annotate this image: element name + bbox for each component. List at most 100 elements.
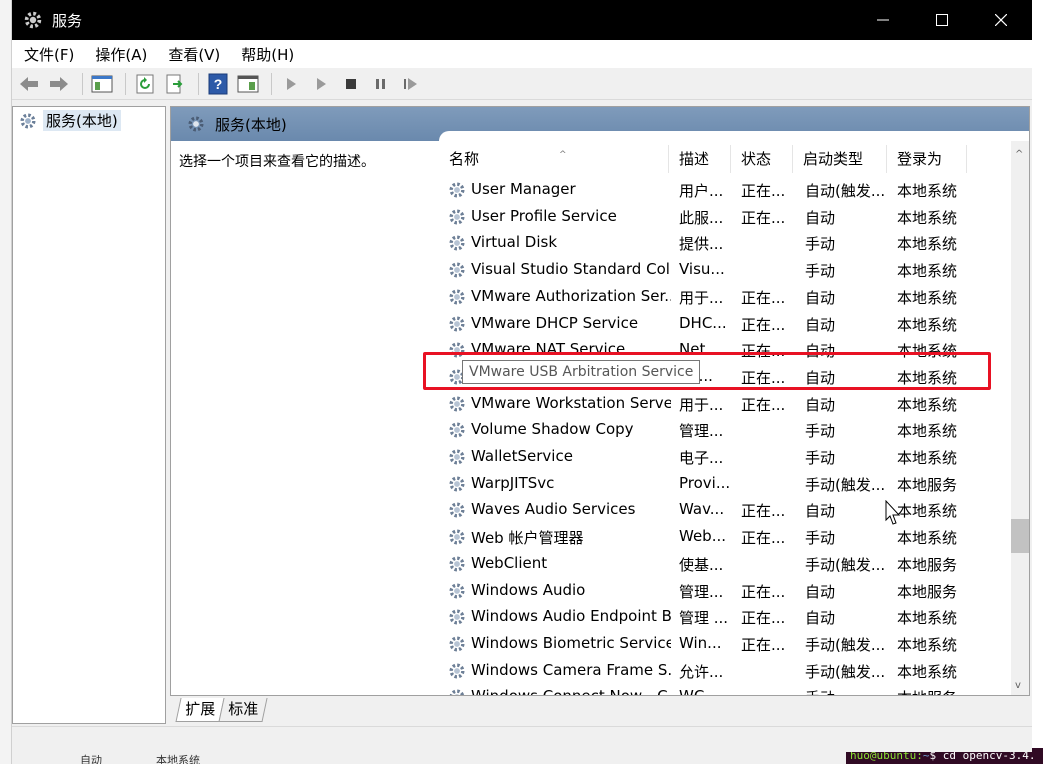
service-log-on-as: 本地系统 bbox=[897, 529, 958, 548]
service-log-on-as: 本地系统 bbox=[897, 449, 958, 467]
service-log-on-as: 本地系统 bbox=[897, 422, 958, 441]
service-name: WarpJITSvc bbox=[471, 473, 555, 492]
scroll-down-icon[interactable]: v bbox=[1015, 680, 1021, 691]
toolbar: ? bbox=[12, 68, 1032, 100]
service-name: User Profile Service bbox=[471, 206, 617, 225]
stop-service-icon bbox=[346, 78, 356, 89]
table-row[interactable]: Windows Audio Endpoint B... 管理 ... 正在... 自动… bbox=[439, 604, 1009, 630]
vertical-scrollbar[interactable]: ^ v bbox=[1011, 141, 1029, 695]
panel-title: 服务(本地) bbox=[215, 115, 287, 134]
service-log-on-as: 本地系统 bbox=[897, 288, 958, 307]
service-startup-type: 手动 bbox=[805, 449, 836, 467]
start-service-alt-icon bbox=[317, 77, 326, 90]
export-list-button[interactable] bbox=[162, 71, 188, 97]
service-gear-icon bbox=[449, 529, 465, 545]
table-row[interactable]: Windows Connect Now - C... WC... 手动本地服务 bbox=[439, 684, 1009, 695]
maximize-button[interactable] bbox=[913, 0, 971, 40]
table-row[interactable]: Windows Camera Frame S... 允许... 手动(触发... 本地… bbox=[439, 658, 1009, 684]
service-description: 管理... bbox=[679, 422, 724, 441]
menu-view[interactable]: 查看(V) bbox=[168, 44, 231, 65]
table-row[interactable]: Windows Audio 管理... 正在... 自动 本地服务 bbox=[439, 578, 1009, 604]
service-description: Provi... bbox=[679, 473, 731, 492]
menu-action[interactable]: 操作(A) bbox=[95, 44, 158, 65]
service-startup-type: 手动 bbox=[805, 262, 836, 281]
table-row[interactable]: VMware Authorization Ser... 用于... 正在... 自动 本… bbox=[439, 284, 1009, 310]
column-description[interactable]: 描述 bbox=[669, 145, 731, 173]
service-description: 用于... bbox=[679, 288, 724, 307]
menu-help[interactable]: 帮助(H) bbox=[241, 44, 305, 65]
title-bar[interactable]: 服务 bbox=[12, 0, 1032, 40]
service-description: 使基... bbox=[679, 555, 724, 574]
column-status[interactable]: 状态 bbox=[731, 145, 793, 173]
scroll-up-icon[interactable]: ^ bbox=[1015, 149, 1023, 160]
back-button[interactable] bbox=[16, 71, 42, 97]
service-gear-icon bbox=[449, 449, 465, 465]
service-name: Windows Audio bbox=[471, 580, 586, 599]
service-name: VMware Workstation Server bbox=[471, 393, 671, 412]
service-status: 正在... bbox=[741, 182, 786, 200]
service-startup-type: 手动(触发... bbox=[805, 475, 886, 494]
console-tree-button[interactable] bbox=[89, 71, 115, 97]
table-row[interactable]: WalletService 电子... 手动 本地系统 bbox=[439, 444, 1009, 470]
service-name: Windows Camera Frame S... bbox=[471, 660, 671, 679]
table-row[interactable]: VMware Workstation Server 用于... 正在... 自动 本地系… bbox=[439, 391, 1009, 417]
pause-service-button[interactable] bbox=[368, 71, 394, 97]
service-gear-icon bbox=[449, 289, 465, 305]
maximize-icon bbox=[936, 14, 948, 26]
tooltip: VMware USB Arbitration Service bbox=[462, 360, 701, 384]
service-name: Virtual Disk bbox=[471, 233, 558, 252]
gear-icon bbox=[20, 113, 36, 128]
service-log-on-as: 本地系统 bbox=[897, 395, 958, 414]
table-row[interactable]: User Profile Service 此服... 正在... 自动 本地系统 bbox=[439, 204, 1009, 230]
service-name: Visual Studio Standard Coll... bbox=[471, 260, 671, 279]
close-button[interactable] bbox=[972, 0, 1030, 40]
table-row[interactable]: VMware DHCP Service DHC... 正在... 自动 本地系统 bbox=[439, 311, 1009, 337]
toolbar-separator bbox=[271, 72, 272, 95]
minimize-button[interactable] bbox=[854, 0, 912, 40]
table-row[interactable]: WebClient 使基... 手动(触发... 本地服务 bbox=[439, 551, 1009, 577]
service-startup-type: 自动 bbox=[805, 395, 836, 414]
table-row[interactable]: Web 帐户管理器 Web... 正在... 手动 本地系统 bbox=[439, 524, 1009, 550]
table-row[interactable]: Volume Shadow Copy 管理... 手动 本地系统 bbox=[439, 417, 1009, 443]
table-row[interactable]: WarpJITSvc Provi... 手动(触发... 本地服务 bbox=[439, 471, 1009, 497]
properties-button[interactable] bbox=[235, 71, 261, 97]
table-row[interactable]: Waves Audio Services Wav... 正在... 自动 本地系统 bbox=[439, 497, 1009, 523]
close-icon bbox=[995, 14, 1007, 26]
service-log-on-as: 本地系统 bbox=[897, 315, 958, 334]
column-name[interactable]: 名称 bbox=[439, 145, 669, 173]
help-button[interactable]: ? bbox=[205, 71, 231, 97]
service-gear-icon bbox=[449, 235, 465, 251]
tab-extended-label: 扩展 bbox=[185, 700, 216, 718]
tab-standard[interactable]: 标准 bbox=[218, 698, 268, 722]
forward-button[interactable] bbox=[46, 71, 72, 97]
menu-file[interactable]: 文件(F) bbox=[24, 44, 85, 65]
toolbar-separator bbox=[198, 72, 199, 95]
restart-service-button[interactable] bbox=[398, 71, 424, 97]
table-row[interactable]: Visual Studio Standard Coll... Visu... 手动 本… bbox=[439, 257, 1009, 283]
gear-icon bbox=[24, 11, 42, 29]
tree-node-services-local[interactable]: 服务(本地) bbox=[17, 110, 121, 131]
stop-service-button[interactable] bbox=[338, 71, 364, 97]
restart-service-icon bbox=[404, 77, 417, 90]
table-row[interactable]: Windows Biometric Service Win... 正在... 手动(触… bbox=[439, 631, 1009, 657]
start-service-alt-button[interactable] bbox=[308, 71, 334, 97]
service-name: Windows Connect Now - C... bbox=[471, 687, 671, 695]
start-service-button[interactable] bbox=[278, 71, 304, 97]
help-icon: ? bbox=[208, 73, 228, 94]
table-row[interactable]: Virtual Disk 提供... 手动 本地系统 bbox=[439, 230, 1009, 256]
pause-service-icon bbox=[376, 78, 385, 89]
scroll-thumb[interactable] bbox=[1011, 519, 1029, 553]
service-name: Waves Audio Services bbox=[471, 500, 636, 519]
column-log-on-as[interactable]: 登录为 bbox=[887, 145, 967, 173]
toolbar-separator bbox=[125, 72, 126, 95]
table-row[interactable]: User Manager 用户... 正在... 自动(触发... 本地系统 bbox=[439, 177, 1009, 203]
column-startup-type[interactable]: 启动类型 bbox=[793, 145, 887, 173]
service-gear-icon bbox=[449, 209, 465, 225]
tab-extended[interactable]: 扩展 bbox=[175, 698, 225, 722]
service-log-on-as: 本地服务 bbox=[897, 555, 958, 574]
service-status: 正在... bbox=[741, 315, 786, 334]
service-log-on-as: 本地系统 bbox=[897, 235, 958, 254]
refresh-button[interactable] bbox=[132, 71, 158, 97]
refresh-icon bbox=[136, 74, 154, 93]
service-log-on-as: 本地系统 bbox=[897, 502, 958, 521]
